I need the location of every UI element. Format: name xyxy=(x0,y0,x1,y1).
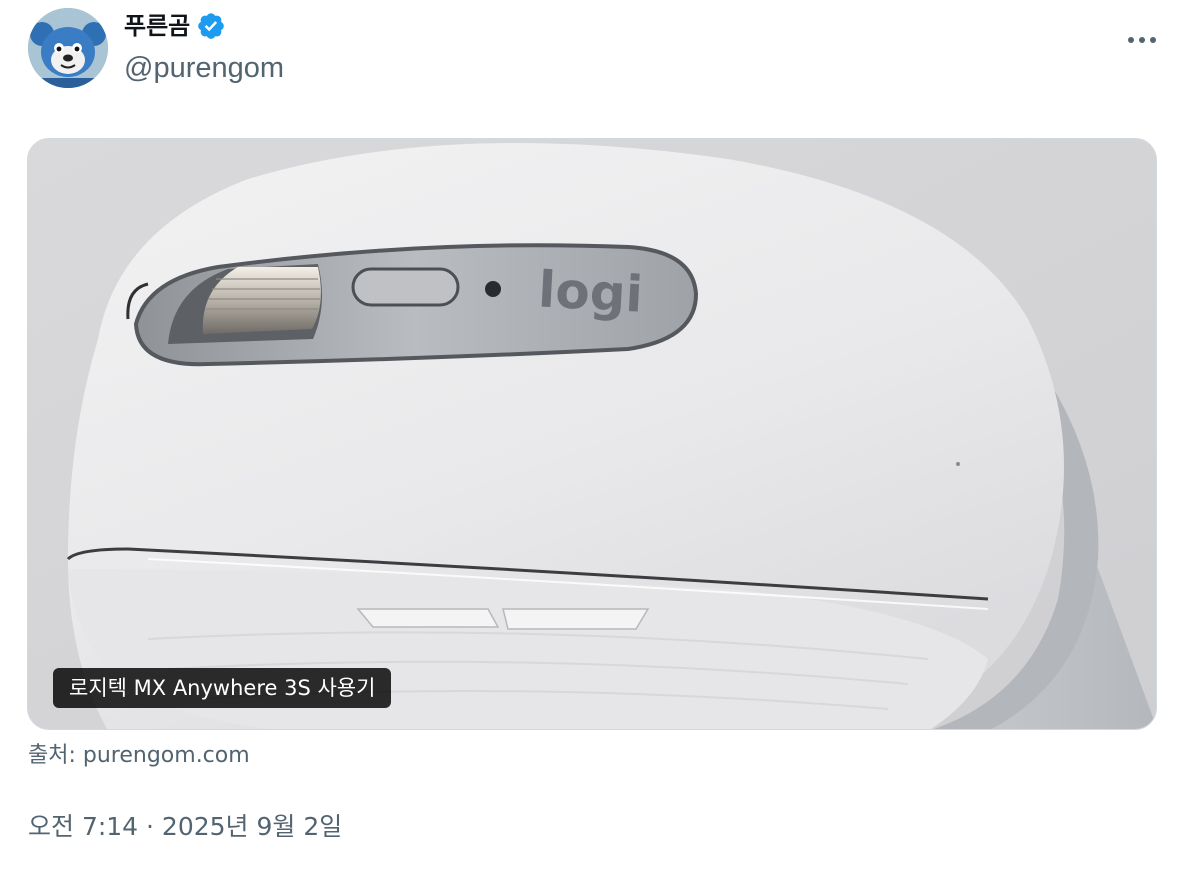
author-names: 푸른곰 @purengom xyxy=(124,10,284,88)
more-horizontal-icon xyxy=(1128,37,1156,43)
display-name-row: 푸른곰 xyxy=(124,10,284,42)
media-caption-badge: 로지텍 MX Anywhere 3S 사용기 xyxy=(53,668,392,708)
tweet-header: 푸른곰 @purengom xyxy=(28,6,1162,90)
verified-badge-icon[interactable] xyxy=(196,11,226,41)
display-name[interactable]: 푸른곰 xyxy=(124,10,190,42)
handle[interactable]: @purengom xyxy=(124,48,284,88)
mouse-photo: logi xyxy=(28,139,1156,729)
more-button[interactable] xyxy=(1122,20,1162,60)
avatar[interactable] xyxy=(28,8,108,88)
tweet-timestamp[interactable]: 오전 7:14 · 2025년 9월 2일 xyxy=(28,810,342,844)
logo-text: logi xyxy=(537,260,644,323)
source-attribution[interactable]: 출처: purengom.com xyxy=(28,740,250,772)
blue-bear-avatar-icon xyxy=(28,8,108,88)
media-card[interactable]: logi 로지텍 MX Anywhere 3S 사용기 xyxy=(27,138,1157,730)
